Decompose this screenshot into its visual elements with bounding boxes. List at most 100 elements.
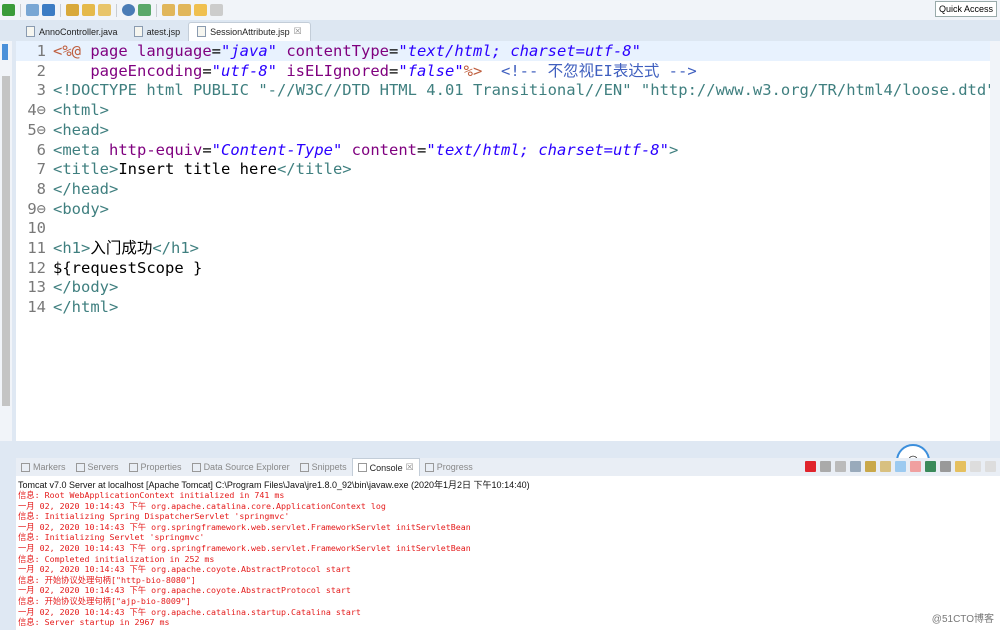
watermark: @51CTO博客 <box>931 614 994 625</box>
panel-tab-label: Console <box>369 462 403 473</box>
back-icon[interactable] <box>194 4 207 16</box>
console-view[interactable]: Tomcat v7.0 Server at localhost [Apache … <box>16 476 1000 630</box>
code-token: <meta <box>53 140 109 159</box>
panel-tab-servers[interactable]: Servers <box>71 458 124 476</box>
code-token: ${requestScope } <box>53 258 203 277</box>
panel-tab-label: Progress <box>436 462 473 472</box>
prev-annotation-icon[interactable] <box>178 4 191 16</box>
panel-tab-label: Snippets <box>311 462 347 472</box>
progress-icon <box>424 462 434 472</box>
code-text: <!DOCTYPE html PUBLIC "-//W3C//DTD HTML … <box>53 80 1000 100</box>
refresh-icon[interactable] <box>138 4 151 16</box>
console-line: 信息: Initializing Spring DispatcherServle… <box>18 511 290 522</box>
close-icon[interactable]: ☒ <box>294 26 302 37</box>
panel-tab-markers[interactable]: Markers <box>16 458 71 476</box>
code-token: = <box>211 42 221 60</box>
line-number: 14 <box>27 298 46 317</box>
close-icon[interactable]: ☒ <box>406 462 414 473</box>
new-server-icon[interactable] <box>26 4 39 16</box>
panel-tab-label: Markers <box>33 462 66 472</box>
open-folder-icon[interactable] <box>82 4 95 16</box>
code-token: = <box>388 61 399 80</box>
data-source-explorer-icon <box>191 462 201 472</box>
console-header: Tomcat v7.0 Server at localhost [Apache … <box>18 480 530 490</box>
show-stdout-icon[interactable] <box>895 461 906 472</box>
next-annotation-icon[interactable] <box>162 4 175 16</box>
editor-scrollbar[interactable] <box>990 41 1000 441</box>
open-console-icon[interactable] <box>955 461 966 472</box>
terminate-icon[interactable] <box>805 461 816 472</box>
code-token: isELIgnored <box>286 61 389 80</box>
panel-tab-console[interactable]: Console ☒ <box>351 458 420 476</box>
display-console-icon[interactable] <box>940 461 951 472</box>
console-line: 一月 02, 2020 10:14:43 下午 org.apache.catal… <box>18 500 386 511</box>
line-number: 4⊖ <box>27 101 46 120</box>
code-token: <h1> <box>53 239 91 257</box>
code-token: "Content-Type" <box>211 140 343 159</box>
code-token: <title> <box>53 160 119 179</box>
maximize-icon[interactable] <box>985 461 996 472</box>
panel-tab-data-source-explorer[interactable]: Data Source Explorer <box>187 458 295 476</box>
remove-all-icon[interactable] <box>835 461 846 472</box>
console-line: 信息: 开始协议处理句柄["ajp-bio-8009"] <box>18 595 191 606</box>
code-line: 14 </html> <box>16 297 990 317</box>
panel-tab-snippets[interactable]: Snippets <box>295 458 352 476</box>
show-stderr-icon[interactable] <box>910 461 921 472</box>
console-line: 信息: Root WebApplicationContext initializ… <box>18 490 285 500</box>
code-token: "java" <box>221 42 277 60</box>
code-token: </html> <box>53 298 119 317</box>
pin-console-icon[interactable] <box>925 461 936 472</box>
code-line: 4⊖ <html> <box>16 100 990 120</box>
main-toolbar: Quick Access <box>0 0 1000 20</box>
console-line: 一月 02, 2020 10:14:43 下午 org.springframew… <box>18 521 471 532</box>
code-text: </body> <box>53 277 118 297</box>
panel-tab-progress[interactable]: Progress <box>420 458 478 476</box>
scroll-lock-icon[interactable] <box>865 461 876 472</box>
line-number: 7 <box>36 160 46 179</box>
clear-console-icon[interactable] <box>850 461 861 472</box>
line-number: 8 <box>36 179 46 198</box>
code-text: pageEncoding="utf-8" isELIgnored="false"… <box>53 61 696 81</box>
line-number: 6 <box>36 140 46 159</box>
console-line: 一月 02, 2020 10:14:43 下午 org.apache.coyot… <box>18 585 351 596</box>
remove-launch-icon[interactable] <box>820 461 831 472</box>
forward-icon[interactable] <box>210 4 223 16</box>
tab-atest[interactable]: atest.jsp <box>126 23 189 41</box>
console-toolbar <box>805 461 996 472</box>
panel-tab-properties[interactable]: Properties <box>124 458 187 476</box>
markers-icon <box>21 462 30 472</box>
code-token: </body> <box>53 278 119 297</box>
code-text: <meta http-equiv="Content-Type" content=… <box>53 140 678 160</box>
code-token: "false" <box>398 61 464 80</box>
tab-session-attribute[interactable]: SessionAttribute.jsp ☒ <box>188 22 311 41</box>
code-line: 10 <box>16 218 990 238</box>
code-token: <%@ <box>53 42 91 60</box>
separator <box>156 3 157 17</box>
current-line-marker <box>2 44 8 60</box>
run-icon[interactable] <box>2 4 15 16</box>
minimize-icon[interactable] <box>970 461 981 472</box>
code-token: </title> <box>276 160 352 179</box>
code-editor[interactable]: ☺ 1<%@ page language="java" contentType=… <box>2 41 1000 478</box>
code-text: <head> <box>53 120 109 140</box>
editor-tabs: AnnoController.java atest.jsp SessionAtt… <box>0 20 1000 41</box>
line-number: 10 <box>27 219 46 238</box>
new-class-icon[interactable] <box>42 4 55 16</box>
brush-icon[interactable] <box>98 4 111 16</box>
quick-access-input[interactable]: Quick Access <box>934 1 997 17</box>
word-wrap-icon[interactable] <box>880 461 891 472</box>
globe-icon[interactable] <box>122 4 135 16</box>
line-number: 5⊖ <box>27 120 46 139</box>
code-token: content <box>351 140 417 159</box>
code-token: = <box>202 61 212 80</box>
code-token: %> <box>463 61 483 80</box>
console-line: 信息: Initializing Servlet 'springmvc' <box>18 532 205 543</box>
code-token: contentType <box>286 42 389 60</box>
scrollbar-thumb[interactable] <box>2 76 10 406</box>
tab-anno-controller[interactable]: AnnoController.java <box>18 23 126 41</box>
open-type-icon[interactable] <box>66 4 79 16</box>
